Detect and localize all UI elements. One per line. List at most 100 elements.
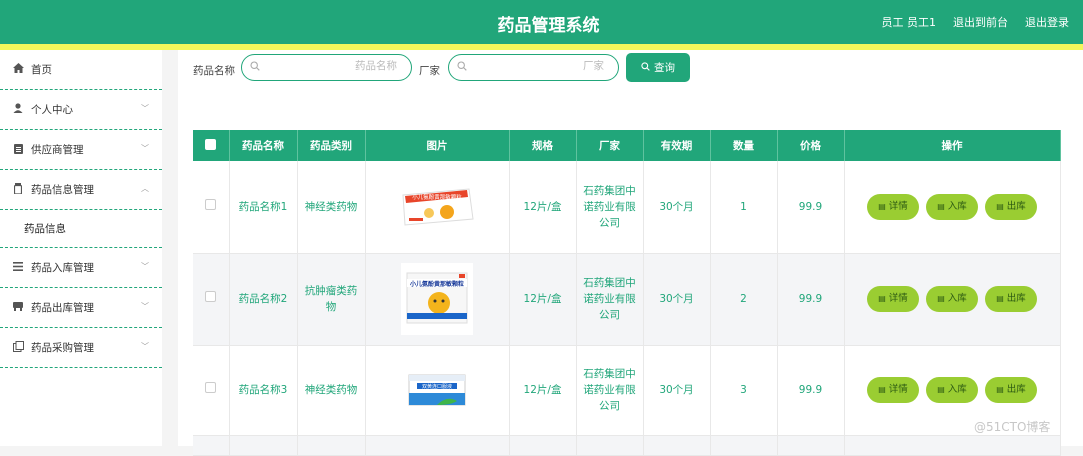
quantity-cell: 2 xyxy=(710,253,778,346)
table-row: 药品名称3 神经类药物 双黄连口服液 12片/盒 石药集团中诺药业有限公司 30… xyxy=(193,345,1061,436)
stock-out-button[interactable]: ▤ 出库 xyxy=(985,193,1037,220)
query-button-label: 查询 xyxy=(654,62,675,74)
table-row: 药品名称2 抗肿瘤类药物 小儿氨酚黄那敏颗粒 12片/盒 石药集团中诺药业有限公… xyxy=(193,253,1061,346)
price-cell: 99.9 xyxy=(777,161,845,254)
drug-name-input[interactable] xyxy=(297,60,397,72)
validity-cell: 30个月 xyxy=(643,253,711,346)
table-header-row: 药品名称 药品类别 图片 规格 厂家 有效期 数量 价格 操作 xyxy=(193,130,1061,161)
top-header: 药品管理系统 员工 员工1 退出到前台 退出登录 xyxy=(0,0,1083,44)
chevron-down-icon: ﹀ xyxy=(141,104,149,113)
detail-button[interactable]: ▤ 详情 xyxy=(867,377,919,403)
sidebar-item-label: 供应商管理 xyxy=(31,144,84,156)
drug-name-label: 药品名称 xyxy=(193,65,235,77)
doc-icon: ▤ xyxy=(878,294,886,303)
column-header: 有效期 xyxy=(643,130,711,161)
maker-search[interactable] xyxy=(448,54,619,81)
maker-input[interactable] xyxy=(504,60,604,72)
sidebar-item-stock-out[interactable]: 药品出库管理 ﹀ xyxy=(0,288,162,328)
sidebar-item-label: 药品入库管理 xyxy=(31,262,94,274)
chevron-up-icon: ︿ xyxy=(141,184,149,193)
detail-button[interactable]: ▤ 详情 xyxy=(867,286,919,312)
spec-cell: 12片/盒 xyxy=(509,345,577,436)
column-header: 药品类别 xyxy=(297,130,366,161)
sidebar-item-label: 药品采购管理 xyxy=(31,342,94,354)
drug-name-cell: 药品名称2 xyxy=(229,253,298,346)
price-cell: 99.9 xyxy=(777,345,845,436)
drug-image: 小儿氨酚黄那敏颗粒 xyxy=(399,185,475,229)
medicine-icon xyxy=(12,182,24,197)
detail-button[interactable]: ▤ 详情 xyxy=(867,193,919,220)
chevron-down-icon: ﹀ xyxy=(141,262,149,271)
stock-out-button[interactable]: ▤ 出库 xyxy=(985,377,1037,403)
current-user-link[interactable]: 员工 员工1 xyxy=(882,14,937,30)
sidebar-item-stock-in[interactable]: 药品入库管理 ﹀ xyxy=(0,248,162,288)
doc-icon: ▤ xyxy=(937,294,945,303)
column-header: 药品名称 xyxy=(229,130,298,161)
table-row: 药品名称1 神经类药物 小儿氨酚黄那敏颗粒 12片/盒 石药集团中诺药业有限公司… xyxy=(193,161,1061,254)
list-icon xyxy=(12,261,24,274)
doc-icon: ▤ xyxy=(937,385,945,394)
validity-cell: 30个月 xyxy=(643,161,711,254)
chevron-down-icon: ﹀ xyxy=(141,342,149,351)
drug-category-cell: 抗肿瘤类药物 xyxy=(297,253,366,346)
quantity-cell: 3 xyxy=(710,345,778,436)
sidebar-item-home[interactable]: 首页 xyxy=(0,50,162,90)
sidebar: 首页 个人中心 ﹀ 供应商管理 ﹀ 药品信息管理 ︿ 药品信息 药品入库管理 ﹀… xyxy=(0,50,162,446)
header-nav: 员工 员工1 退出到前台 退出登录 xyxy=(882,14,1070,30)
query-button[interactable]: 查询 xyxy=(626,53,690,82)
search-icon xyxy=(457,61,467,74)
stock-in-button[interactable]: ▤ 入库 xyxy=(926,377,978,403)
column-header: 图片 xyxy=(365,130,510,161)
column-header: 数量 xyxy=(710,130,778,161)
sidebar-subitem-drug-info[interactable]: 药品信息 xyxy=(0,210,162,248)
row-checkbox[interactable] xyxy=(205,291,217,302)
maker-cell: 石药集团中诺药业有限公司 xyxy=(576,345,644,436)
sidebar-item-label: 个人中心 xyxy=(31,104,73,116)
drug-image-cell: 小儿氨酚黄那敏颗粒 xyxy=(365,161,510,254)
row-checkbox[interactable] xyxy=(205,198,217,210)
back-to-frontend-link[interactable]: 退出到前台 xyxy=(953,14,1008,30)
search-icon xyxy=(641,61,650,74)
column-header: 厂家 xyxy=(576,130,644,161)
svg-text:小儿氨酚黄那敏颗粒: 小儿氨酚黄那敏颗粒 xyxy=(412,193,462,201)
drug-name-search[interactable] xyxy=(241,54,412,81)
chevron-down-icon: ﹀ xyxy=(141,302,149,311)
select-all-checkbox[interactable] xyxy=(205,138,217,150)
validity-cell: 30个月 xyxy=(643,345,711,436)
svg-text:小儿氨酚黄那敏颗粒: 小儿氨酚黄那敏颗粒 xyxy=(409,280,464,288)
column-header: 价格 xyxy=(777,130,845,161)
maker-cell: 石药集团中诺药业有限公司 xyxy=(576,253,644,346)
spec-cell: 12片/盒 xyxy=(509,161,577,254)
drug-name-cell: 药品名称1 xyxy=(229,161,298,254)
table-row xyxy=(193,435,1061,456)
maker-label: 厂家 xyxy=(419,65,440,77)
drug-image-cell: 双黄连口服液 xyxy=(365,345,510,436)
doc-icon: ▤ xyxy=(937,201,945,211)
clipboard-icon xyxy=(12,143,24,157)
logout-link[interactable]: 退出登录 xyxy=(1025,14,1069,30)
sidebar-item-label: 药品信息管理 xyxy=(31,184,94,196)
sidebar-item-supplier[interactable]: 供应商管理 ﹀ xyxy=(0,130,162,170)
drug-table: 药品名称 药品类别 图片 规格 厂家 有效期 数量 价格 操作 药品名称1 神经… xyxy=(193,130,1061,456)
stock-in-button[interactable]: ▤ 入库 xyxy=(926,193,978,220)
drug-image: 双黄连口服液 xyxy=(407,367,467,413)
svg-text:双黄连口服液: 双黄连口服液 xyxy=(422,383,452,390)
drug-image: 小儿氨酚黄那敏颗粒 xyxy=(401,263,473,335)
price-cell: 99.9 xyxy=(777,253,845,346)
drug-category-cell: 神经类药物 xyxy=(297,161,366,254)
doc-icon: ▤ xyxy=(878,201,886,211)
column-header: 规格 xyxy=(509,130,577,161)
sidebar-item-label: 首页 xyxy=(31,64,52,76)
watermark: @51CTO博客 xyxy=(974,420,1051,434)
drug-image-cell: 小儿氨酚黄那敏颗粒 xyxy=(365,253,510,346)
stock-out-button[interactable]: ▤ 出库 xyxy=(985,286,1037,312)
user-icon xyxy=(12,103,24,116)
stock-in-button[interactable]: ▤ 入库 xyxy=(926,286,978,312)
row-checkbox[interactable] xyxy=(205,382,217,393)
sidebar-item-personal-center[interactable]: 个人中心 ﹀ xyxy=(0,90,162,130)
select-all-cell[interactable] xyxy=(193,130,230,161)
copy-icon xyxy=(12,340,24,355)
sidebar-item-purchase[interactable]: 药品采购管理 ﹀ xyxy=(0,328,162,368)
sidebar-item-drug-info[interactable]: 药品信息管理 ︿ xyxy=(0,170,162,210)
doc-icon: ▤ xyxy=(996,201,1004,211)
